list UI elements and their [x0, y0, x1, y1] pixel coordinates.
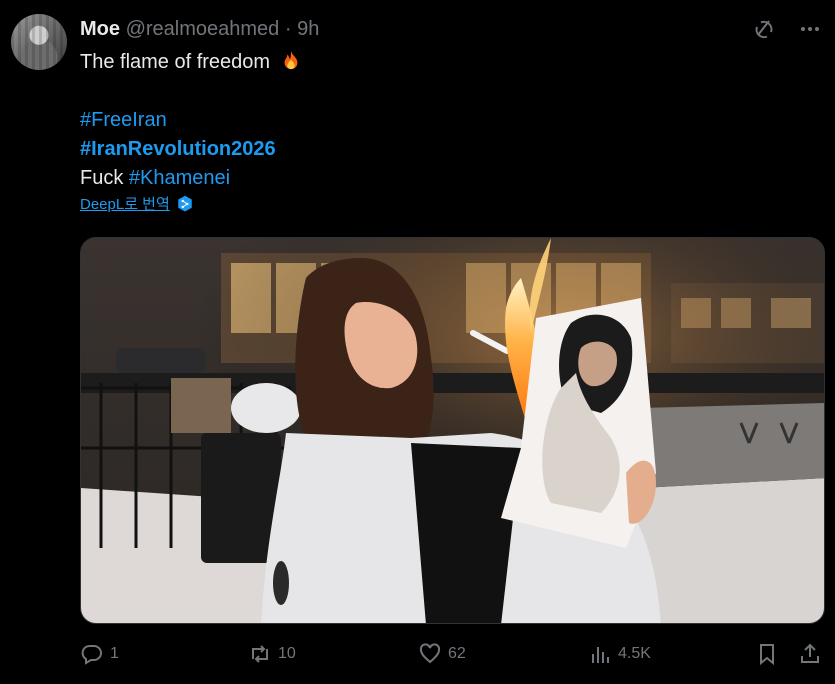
bookmark-button[interactable]	[755, 642, 779, 666]
repost-button[interactable]: 10	[248, 642, 296, 666]
reply-count: 1	[110, 645, 119, 662]
header-separator: ·	[284, 18, 292, 40]
post-time[interactable]: 9h	[297, 18, 319, 40]
reply-icon	[81, 645, 102, 665]
translate-label[interactable]: DeepL로 번역	[80, 193, 170, 214]
views-icon	[592, 647, 609, 663]
share-button[interactable]	[798, 642, 822, 666]
post-header: Moe @realmoeahmed · 9h	[80, 17, 319, 41]
more-icon[interactable]	[797, 16, 823, 42]
share-icon	[801, 643, 819, 663]
author-avatar[interactable]	[11, 14, 67, 70]
post-action-bar: 1 10 62 4.5K	[80, 642, 825, 672]
like-button[interactable]: 62	[418, 642, 466, 666]
post-top-actions	[751, 16, 823, 42]
post-line-1-text: The flame of freedom	[80, 51, 271, 73]
post-line-4-prefix: Fuck	[80, 167, 129, 189]
post-media-image[interactable]	[80, 237, 825, 624]
repost-count: 10	[278, 645, 296, 662]
post-line-1: The flame of freedom	[80, 48, 680, 77]
post-line-4: Fuck #Khamenei	[80, 164, 680, 193]
hashtag-iranrevolution2026[interactable]: #IranRevolution2026	[80, 135, 680, 164]
like-icon	[419, 643, 441, 664]
hashtag-khamenei[interactable]: #Khamenei	[129, 167, 230, 189]
reply-button[interactable]: 1	[80, 642, 119, 666]
author-name[interactable]: Moe	[80, 18, 120, 40]
views-count: 4.5K	[618, 645, 651, 662]
media-photo	[81, 238, 824, 623]
translate-link[interactable]: DeepL로 번역	[80, 193, 194, 214]
fire-emoji-icon	[284, 50, 298, 70]
bookmark-icon	[760, 644, 774, 666]
like-count: 62	[448, 645, 466, 662]
repost-icon	[252, 645, 268, 663]
author-handle[interactable]: @realmoeahmed	[126, 18, 280, 40]
deepl-icon	[178, 195, 192, 211]
views-button[interactable]: 4.5K	[588, 642, 651, 666]
grok-icon[interactable]	[751, 16, 777, 42]
post-blank-line	[80, 77, 680, 106]
hashtag-freeiran[interactable]: #FreeIran	[80, 106, 680, 135]
post-text: The flame of freedom #FreeIran #IranRevo…	[80, 48, 680, 193]
